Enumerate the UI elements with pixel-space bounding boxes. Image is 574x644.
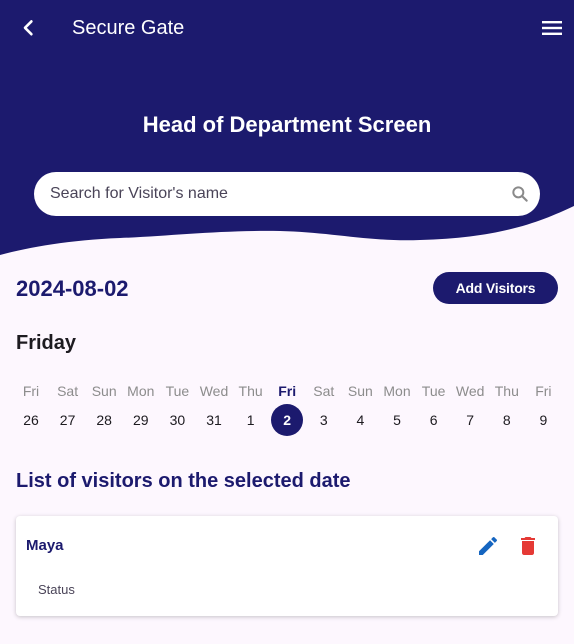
visitor-name: Maya — [26, 537, 64, 554]
calendar-day[interactable]: Tue 30 — [159, 380, 195, 436]
calendar-day[interactable]: Sat 3 — [306, 380, 342, 436]
calendar-day-number: 9 — [539, 412, 548, 428]
calendar-day[interactable]: Thu 1 — [233, 380, 269, 436]
screen-title: Head of Department Screen — [142, 112, 432, 137]
calendar-day-number: 30 — [169, 412, 186, 428]
calendar-day-weekday: Tue — [165, 383, 190, 399]
chevron-left-icon — [23, 20, 33, 36]
calendar-day[interactable]: Sun 4 — [342, 380, 378, 436]
header-banner: Secure Gate Head of Department Screen — [0, 0, 574, 260]
menu-button[interactable] — [538, 14, 566, 42]
search-icon[interactable] — [510, 184, 530, 204]
app-bar: Secure Gate — [0, 0, 574, 56]
calendar-day-weekday: Sun — [91, 383, 117, 399]
calendar-day-weekday: Sun — [347, 383, 373, 399]
selected-day-name: Friday — [16, 332, 77, 354]
calendar-day[interactable]: Mon 29 — [123, 380, 159, 436]
trash-icon — [521, 537, 535, 555]
calendar-day-number: 1 — [246, 412, 255, 428]
pencil-icon — [479, 536, 498, 555]
calendar-day[interactable]: Fri 9 — [525, 380, 561, 436]
calendar-day-weekday: Wed — [199, 383, 229, 399]
search-input[interactable] — [50, 172, 490, 216]
edit-visitor-button[interactable] — [476, 534, 500, 558]
calendar-day[interactable]: Mon 5 — [379, 380, 415, 436]
calendar-day-weekday: Mon — [383, 383, 411, 399]
calendar-day[interactable]: Sun 28 — [86, 380, 122, 436]
calendar-day-number: 28 — [96, 412, 112, 428]
calendar-day-number: 4 — [356, 412, 365, 428]
calendar-day-number: 7 — [466, 412, 475, 428]
calendar-day-number: 3 — [319, 412, 328, 428]
visitor-status: Status — [38, 582, 75, 597]
app-title: Secure Gate — [72, 17, 185, 39]
calendar-day-number: 8 — [502, 412, 511, 428]
calendar-day-weekday: Fri — [278, 383, 297, 399]
calendar-day[interactable]: Tue 6 — [416, 380, 452, 436]
calendar-day-weekday: Fri — [535, 383, 552, 399]
calendar-day[interactable]: Sat 27 — [50, 380, 86, 436]
calendar-day-number: 5 — [393, 412, 401, 428]
calendar-day-weekday: Thu — [238, 383, 263, 399]
calendar-day-weekday: Mon — [127, 383, 155, 399]
calendar-day[interactable]: Fri 26 — [13, 380, 49, 436]
selected-date: 2024-08-02 — [16, 276, 129, 301]
calendar-day-weekday: Tue — [421, 383, 446, 399]
back-button[interactable] — [14, 14, 42, 42]
calendar-day-weekday: Sat — [313, 383, 335, 399]
calendar-day[interactable]: Thu 8 — [489, 380, 525, 436]
search-box — [34, 172, 540, 216]
calendar-day-weekday: Fri — [22, 383, 40, 399]
calendar-day[interactable]: Fri 2 — [269, 380, 305, 436]
calendar-day-number: 31 — [206, 412, 222, 428]
calendar-day-strip: Fri 26 Sat 27 Sun 28 Mon 29 Tue 30 Wed 31 Thu 1 Fri 2 Sa… — [13, 380, 561, 436]
delete-visitor-button[interactable] — [516, 534, 540, 558]
calendar-day[interactable]: Wed 7 — [452, 380, 488, 436]
calendar-day-weekday: Wed — [455, 383, 485, 399]
calendar-day[interactable]: Wed 31 — [196, 380, 232, 436]
calendar-day-number: 29 — [133, 412, 149, 428]
calendar-day-weekday: Thu — [494, 383, 519, 399]
calendar-day-number: 6 — [429, 412, 438, 428]
calendar-day-number: 2 — [271, 404, 304, 436]
calendar-day-number: 27 — [59, 412, 76, 428]
calendar-day-number: 26 — [23, 412, 39, 428]
visitor-card[interactable]: Maya Status — [16, 516, 558, 616]
calendar-day-weekday: Sat — [57, 383, 79, 399]
add-visitors-button[interactable]: Add Visitors — [433, 272, 558, 304]
hamburger-menu-icon — [542, 21, 562, 35]
visitor-list-heading: List of visitors on the selected date — [16, 470, 351, 492]
